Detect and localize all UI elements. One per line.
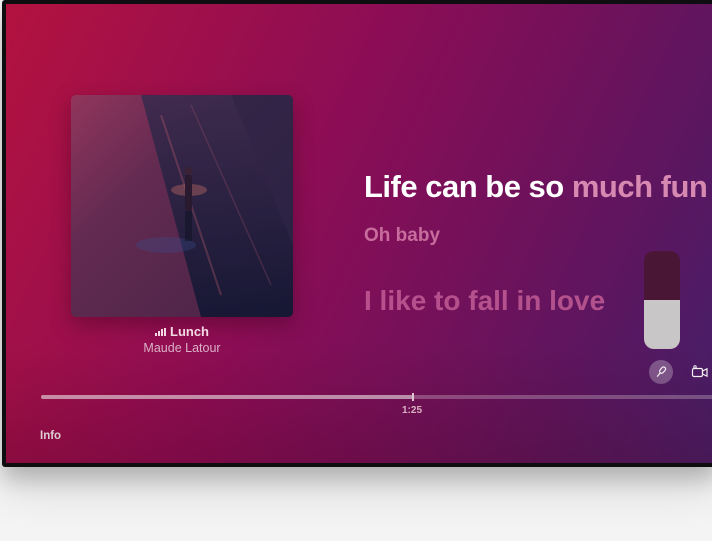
- info-button[interactable]: Info: [40, 430, 61, 442]
- camera-button[interactable]: [690, 362, 710, 382]
- track-title-row: Lunch: [71, 324, 293, 339]
- lyric-sung-part: Life can be so: [364, 169, 564, 204]
- lyric-next-line: Oh baby: [364, 225, 441, 246]
- tv-frame: Lunch Maude Latour Life can be so much f…: [2, 0, 712, 467]
- lyric-current-line: Life can be so much fun: [364, 169, 708, 205]
- mic-volume-fill: [644, 300, 680, 349]
- video-camera-icon: [691, 365, 708, 378]
- playback-progress-bar[interactable]: [41, 393, 712, 401]
- track-artist: Maude Latour: [143, 341, 221, 355]
- elapsed-time: 1:25: [401, 405, 422, 416]
- equalizer-bars-icon: [155, 327, 166, 336]
- mic-volume-slider[interactable]: [644, 251, 680, 349]
- playhead[interactable]: [412, 393, 415, 401]
- microphone-icon: [656, 366, 667, 377]
- microphone-button[interactable]: [649, 360, 673, 384]
- lyric-later-line: I like to fall in love: [364, 285, 606, 316]
- karaoke-screen: Lunch Maude Latour Life can be so much f…: [6, 4, 712, 463]
- playback-progress-fill: [41, 395, 414, 399]
- track-title: Lunch: [170, 324, 209, 339]
- album-artwork: [71, 95, 293, 317]
- lyric-unsung-part: much fun: [563, 169, 708, 204]
